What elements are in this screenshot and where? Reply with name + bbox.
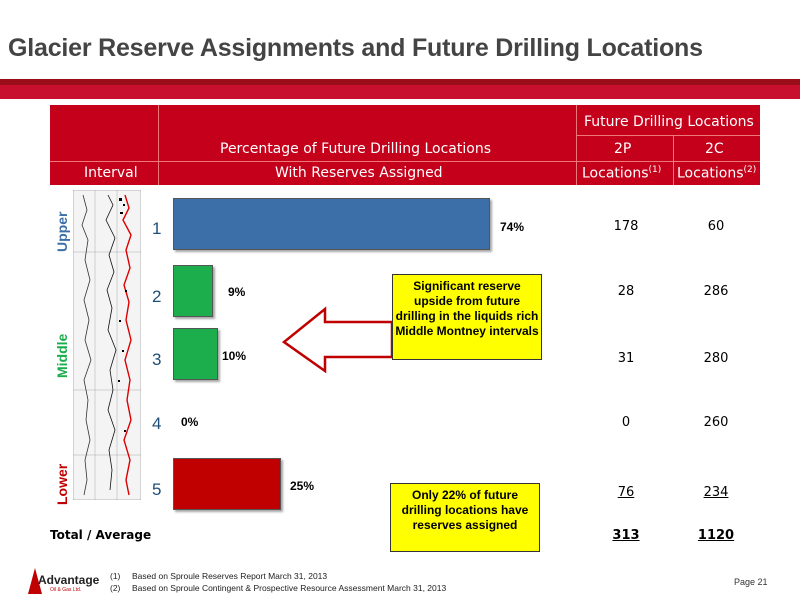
header-2c: 2C [705,141,724,157]
well-log-image [73,190,141,500]
bar-interval-1 [173,198,490,250]
header-2c-locations: Locations(2) [677,165,756,182]
page-number: Page 21 [734,577,768,587]
row-interval-2: 2 [152,287,162,306]
total-2c: 1120 [697,528,735,543]
row-5-2p: 76 [617,485,635,500]
callout-arrow-icon [281,306,394,374]
row-interval-5: 5 [152,480,162,499]
header-2p-locations-label: Locations [582,165,649,182]
title-bar [0,85,800,99]
total-label: Total / Average [50,528,152,542]
row-interval-4: 4 [152,414,162,433]
total-2p: 313 [612,528,640,543]
row-4-2p: 0 [621,415,631,430]
footnote-ref-1: (1) [648,165,662,175]
row-interval-1: 1 [152,219,162,238]
row-interval-3: 3 [152,350,162,369]
header-pct-line1: Percentage of Future Drilling Locations [220,141,491,157]
bar-label-interval-5: 25% [290,479,315,493]
row-4-2c: 260 [703,415,729,430]
side-label-lower: Lower [54,463,70,505]
row-5-2c: 234 [703,485,729,500]
side-label-upper: Upper [54,211,70,252]
bar-label-interval-1: 74% [500,220,525,234]
callout-reserve-upside: Significant reserve upside from future d… [392,274,542,360]
row-2-2p: 28 [617,284,635,299]
bar-interval-3 [173,328,218,380]
row-3-2p: 31 [617,351,635,366]
bar-label-interval-4: 0% [181,415,199,429]
company-logo-name: Advantage [38,573,100,587]
footnote-1-mark: (1) [110,571,121,581]
callout-reserves-assigned: Only 22% of future drilling locations ha… [390,483,540,552]
header-2p: 2P [614,141,632,157]
footnote-1-text: Based on Sproule Reserves Report March 3… [132,571,328,581]
header-2c-locations-label: Locations [677,165,744,182]
page-title: Glacier Reserve Assignments and Future D… [8,34,703,62]
row-3-2c: 280 [703,351,729,366]
bar-label-interval-3: 10% [222,349,247,363]
header-group-future-drilling: Future Drilling Locations [584,114,754,130]
bar-label-interval-2: 9% [228,285,246,299]
footnote-ref-2: (2) [743,165,757,175]
row-2-2c: 286 [703,284,729,299]
footnote-2-mark: (2) [110,583,121,593]
side-label-middle: Middle [54,333,70,378]
header-interval: Interval [84,165,138,181]
header-2p-locations: Locations(1) [582,165,661,182]
header-pct-line2: With Reserves Assigned [275,165,443,181]
row-1-2c: 60 [707,219,725,234]
bar-interval-2 [173,265,213,317]
bar-interval-5 [173,458,281,510]
footnote-2-text: Based on Sproule Contingent & Prospectiv… [132,583,447,593]
company-logo-sub: Oil & Gas Ltd. [50,587,82,593]
row-1-2p: 178 [613,219,639,234]
